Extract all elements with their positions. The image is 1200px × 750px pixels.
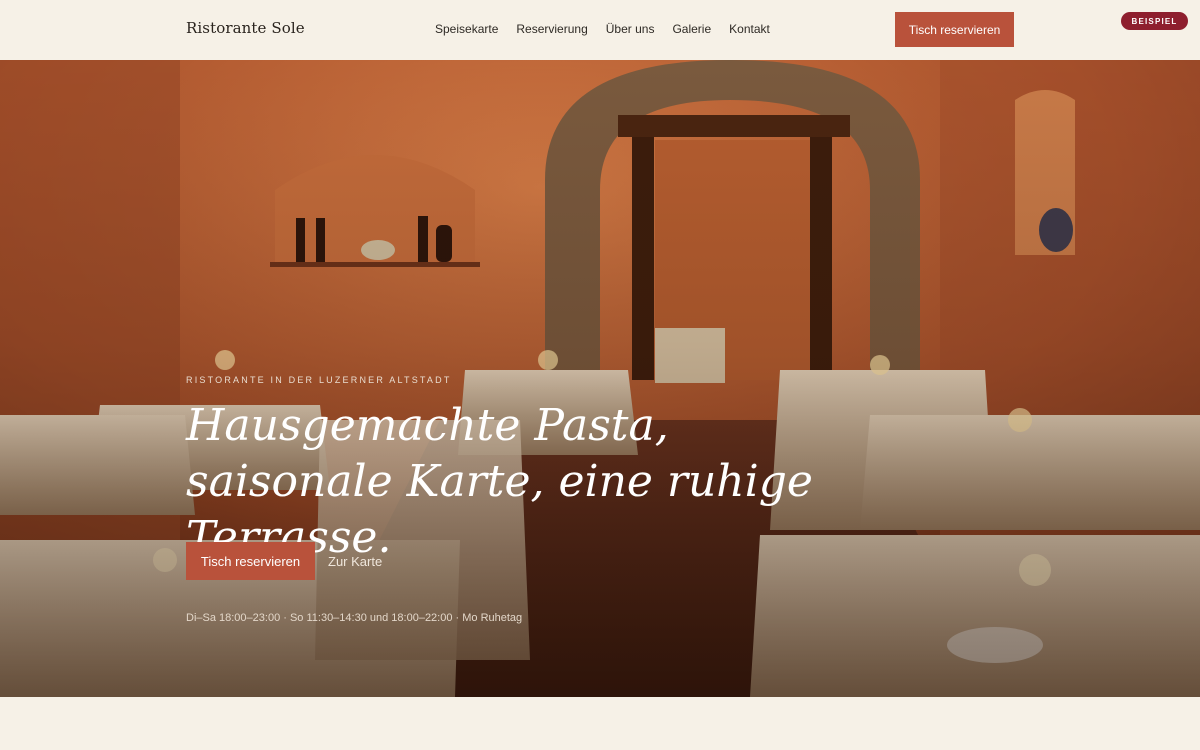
hero-headline: Hausgemachte Pasta, saisonale Karte, ein… [186, 400, 813, 563]
nav-item-galerie[interactable]: Galerie [672, 22, 711, 36]
example-badge: BEISPIEL [1121, 12, 1188, 30]
header-reserve-button[interactable]: Tisch reservieren [895, 12, 1014, 47]
opening-hours: Di–Sa 18:00–23:00 · So 11:30–14:30 und 1… [186, 612, 523, 624]
nav-item-kontakt[interactable]: Kontakt [729, 22, 770, 36]
nav-item-reservierung[interactable]: Reservierung [516, 22, 587, 36]
hero-reserve-button[interactable]: Tisch reservieren [186, 542, 315, 580]
hero-overlay [0, 60, 1200, 697]
site-header: Ristorante Sole Speisekarte Reservierung… [0, 0, 1200, 60]
hero-section [0, 60, 1200, 697]
nav-item-ueber-uns[interactable]: Über uns [606, 22, 655, 36]
main-nav: Speisekarte Reservierung Über uns Galeri… [435, 22, 770, 36]
menu-link[interactable]: Zur Karte [328, 554, 382, 569]
logo[interactable]: Ristorante Sole [186, 19, 305, 37]
hero-eyebrow: RISTORANTE IN DER LUZERNER ALTSTADT [186, 375, 452, 385]
nav-item-speisekarte[interactable]: Speisekarte [435, 22, 498, 36]
